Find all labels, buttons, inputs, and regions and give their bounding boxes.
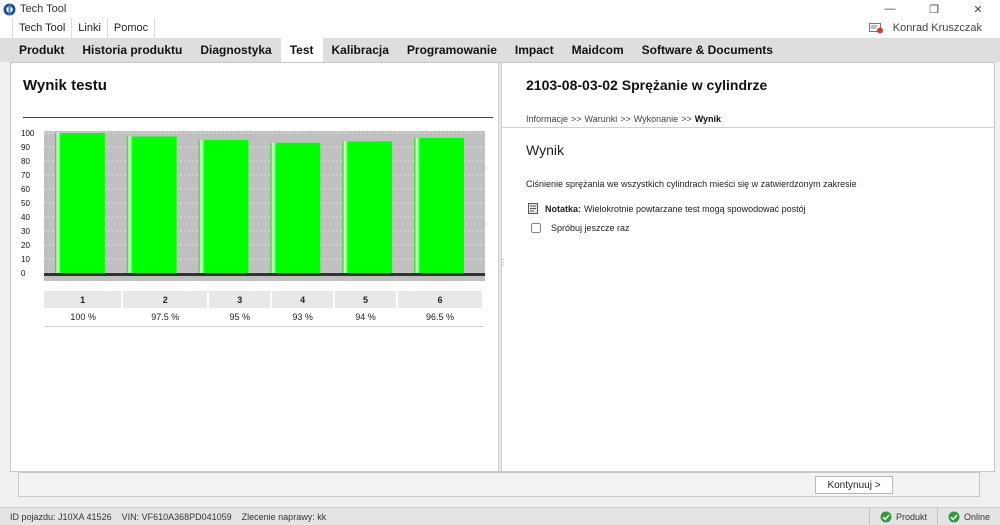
continue-button[interactable]: Kontynuuj > bbox=[815, 476, 893, 494]
title-divider bbox=[23, 117, 493, 118]
retry-checkbox[interactable] bbox=[531, 223, 541, 233]
value-cylinder-2: 97.5 % bbox=[122, 308, 209, 327]
panel-title: Wynik testu bbox=[23, 77, 107, 94]
value-cylinder-4: 93 % bbox=[271, 308, 335, 327]
note-icon bbox=[528, 203, 538, 214]
y-tick-label: 60 bbox=[21, 185, 30, 194]
main-tabs: Produkt Historia produktu Diagnostyka Te… bbox=[0, 38, 1000, 62]
test-detail-panel: 2103-08-03-02 Sprężanie w cylindrze Info… bbox=[502, 63, 994, 471]
note-label: Notatka: bbox=[545, 203, 582, 214]
check-circle-icon bbox=[880, 511, 892, 523]
window-controls: — ❐ ✕ bbox=[868, 0, 1000, 18]
bottom-bar: Kontynuuj > bbox=[18, 472, 980, 497]
column-header-cylinder-2: 2 bbox=[122, 291, 210, 308]
y-tick-label: 30 bbox=[21, 227, 30, 236]
retry-checkbox-row[interactable]: Spróbuj jeszcze raz bbox=[531, 223, 630, 233]
y-tick-label: 50 bbox=[21, 199, 30, 208]
result-heading: Wynik bbox=[526, 142, 564, 158]
tab-produkt[interactable]: Produkt bbox=[10, 38, 73, 62]
note-row: Notatka: Wielokrotnie powtarzane test mo… bbox=[528, 203, 806, 214]
vehicle-id: ID pojazdu: J10XA 41526 bbox=[10, 511, 112, 522]
user-box[interactable]: Konrad Kruszczak bbox=[868, 18, 982, 38]
y-tick-label: 70 bbox=[21, 171, 30, 180]
table-row: 100 % 97.5 % 95 % 93 % 94 % 96.5 % bbox=[44, 308, 483, 327]
breadcrumb-warunki[interactable]: Warunki bbox=[585, 114, 618, 124]
status-bar: ID pojazdu: J10XA 41526 VIN: VF610A368PD… bbox=[0, 507, 1000, 525]
tech-tool-logo-icon bbox=[3, 3, 16, 15]
status-indicators: Produkt Online bbox=[868, 508, 1000, 525]
user-card-icon bbox=[868, 23, 883, 34]
column-header-cylinder-5: 5 bbox=[334, 291, 398, 308]
menu-tech-tool[interactable]: Tech Tool bbox=[12, 18, 73, 38]
bar-cylinder-1 bbox=[55, 133, 105, 273]
breadcrumb-separator: >> bbox=[681, 114, 692, 124]
result-text: Ciśnienie sprężania we wszystkich cylind… bbox=[526, 179, 857, 189]
column-header-cylinder-6: 6 bbox=[396, 291, 485, 308]
tab-test[interactable]: Test bbox=[280, 38, 323, 62]
y-tick-label: 90 bbox=[21, 143, 30, 152]
note-text: Wielokrotnie powtarzane test mogą spowod… bbox=[584, 203, 806, 214]
product-status-label: Produkt bbox=[895, 512, 927, 522]
breadcrumb-separator: >> bbox=[571, 114, 582, 124]
y-tick-label: 40 bbox=[21, 213, 30, 222]
value-cylinder-5: 94 % bbox=[334, 308, 397, 327]
bar-cylinder-5 bbox=[342, 141, 393, 273]
repair-order: Zlecenie naprawy: kk bbox=[241, 511, 327, 522]
breadcrumb-informacje[interactable]: Informacje bbox=[526, 114, 568, 124]
y-tick-label: 100 bbox=[21, 129, 35, 138]
bar-cylinder-3 bbox=[198, 140, 249, 273]
online-status: Online bbox=[936, 508, 1000, 525]
result-table-header-row: 1 2 3 4 5 6 bbox=[44, 291, 485, 308]
breadcrumb: Informacje >> Warunki >> Wykonanie >> Wy… bbox=[526, 114, 721, 124]
main-content: Wynik testu 100 90 80 70 60 50 40 30 20 10 0 1 2 3… bbox=[10, 62, 995, 472]
chart-baseline bbox=[44, 273, 485, 276]
y-tick-label: 80 bbox=[21, 157, 30, 166]
test-result-panel: Wynik testu 100 90 80 70 60 50 40 30 20 10 0 1 2 3… bbox=[11, 63, 498, 471]
tab-impact[interactable]: Impact bbox=[506, 38, 563, 62]
tab-software-documents[interactable]: Software & Documents bbox=[633, 38, 782, 62]
minimize-button[interactable]: — bbox=[868, 0, 912, 18]
compression-chart-svg: 1009080706050403020100 bbox=[21, 129, 485, 281]
restore-button[interactable]: ❐ bbox=[912, 0, 956, 18]
menu-bar: Tech Tool Linki Pomoc Konrad Kruszczak bbox=[0, 18, 1000, 38]
value-cylinder-1: 100 % bbox=[44, 308, 123, 327]
menu-linki[interactable]: Linki bbox=[72, 18, 108, 38]
retry-label[interactable]: Spróbuj jeszcze raz bbox=[551, 223, 630, 233]
result-table: 1 2 3 4 5 6 100 % 97.5 % 95 % 93 % 94 % … bbox=[44, 291, 485, 327]
tab-programowanie[interactable]: Programowanie bbox=[398, 38, 506, 62]
test-title: 2103-08-03-02 Sprężanie w cylindrze bbox=[526, 77, 768, 93]
value-cylinder-6: 96.5 % bbox=[396, 308, 483, 327]
menu-pomoc[interactable]: Pomoc bbox=[108, 18, 156, 38]
y-tick-label: 10 bbox=[21, 255, 30, 264]
y-tick-label: 0 bbox=[21, 269, 26, 278]
title-bar: Tech Tool — ❐ ✕ bbox=[0, 0, 1000, 18]
column-header-cylinder-4: 4 bbox=[271, 291, 336, 308]
compression-chart: 100 90 80 70 60 50 40 30 20 10 0 bbox=[19, 123, 489, 283]
tab-historia-produktu[interactable]: Historia produktu bbox=[73, 38, 191, 62]
column-header-cylinder-3: 3 bbox=[208, 291, 273, 308]
tab-kalibracja[interactable]: Kalibracja bbox=[323, 38, 398, 62]
bar-cylinder-6 bbox=[414, 137, 464, 273]
close-button[interactable]: ✕ bbox=[956, 0, 1000, 18]
y-tick-label: 20 bbox=[21, 241, 30, 250]
window-title: Tech Tool bbox=[20, 3, 67, 15]
tab-diagnostyka[interactable]: Diagnostyka bbox=[191, 38, 280, 62]
breadcrumb-wynik: Wynik bbox=[694, 114, 722, 124]
column-header-cylinder-1: 1 bbox=[44, 291, 124, 308]
breadcrumb-separator: >> bbox=[620, 114, 631, 124]
breadcrumb-wykonanie[interactable]: Wykonanie bbox=[634, 114, 678, 124]
online-status-label: Online bbox=[963, 512, 990, 522]
check-circle-icon bbox=[948, 511, 960, 523]
bar-cylinder-2 bbox=[126, 136, 177, 273]
bar-cylinder-4 bbox=[270, 142, 321, 273]
breadcrumb-divider bbox=[502, 127, 994, 128]
tab-maidcom[interactable]: Maidcom bbox=[563, 38, 633, 62]
user-name: Konrad Kruszczak bbox=[892, 22, 982, 34]
value-cylinder-3: 95 % bbox=[208, 308, 272, 327]
product-status: Produkt bbox=[868, 508, 937, 525]
vin-number: VIN: VF610A368PD041059 bbox=[121, 511, 232, 522]
